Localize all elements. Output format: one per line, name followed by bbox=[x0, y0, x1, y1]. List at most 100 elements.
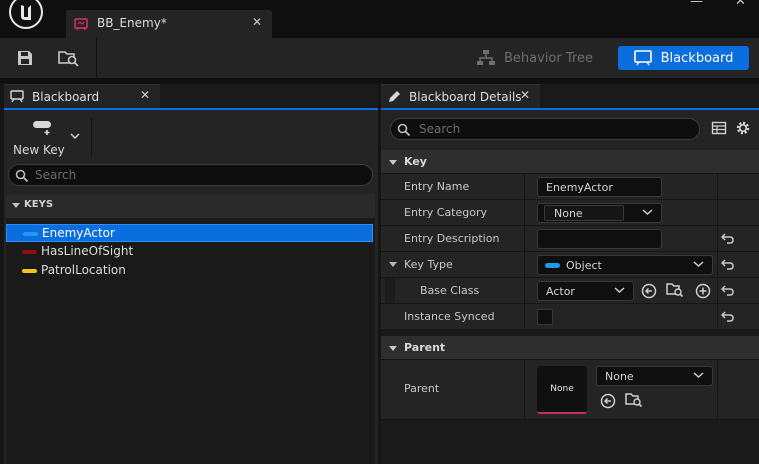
object-type-swatch bbox=[545, 263, 560, 268]
key-row[interactable]: HasLineOfSight bbox=[6, 243, 373, 261]
new-key-button[interactable]: New Key bbox=[12, 118, 88, 160]
keys-search-placeholder: Search bbox=[35, 168, 77, 182]
entry-description-row: Entry Description bbox=[381, 226, 759, 252]
details-search-input[interactable]: Search bbox=[390, 118, 700, 140]
gear-icon[interactable] bbox=[735, 120, 751, 136]
blackboard-panel-close-icon[interactable]: ✕ bbox=[140, 88, 150, 102]
entry-name-field[interactable]: EnemyActor bbox=[537, 177, 662, 197]
blackboard-panel-tab[interactable]: Blackboard ✕ bbox=[4, 84, 160, 108]
key-section-header[interactable]: Key bbox=[381, 150, 759, 174]
blackboard-mode-button[interactable]: Blackboard bbox=[618, 46, 749, 70]
behavior-tree-icon bbox=[477, 50, 495, 65]
key-row[interactable]: PatrolLocation bbox=[6, 262, 373, 280]
key-type-label: Key Type bbox=[404, 258, 453, 271]
add-circle-icon[interactable] bbox=[695, 283, 711, 299]
parent-asset-combo[interactable]: None bbox=[596, 366, 713, 386]
entry-description-field[interactable] bbox=[537, 229, 662, 249]
collapse-arrow-icon bbox=[389, 160, 397, 165]
new-key-label: New Key bbox=[13, 143, 65, 157]
blackboard-details-close-icon[interactable]: ✕ bbox=[520, 88, 530, 102]
key-type-swatch bbox=[22, 269, 37, 273]
blackboard-asset-icon bbox=[74, 18, 88, 31]
reset-to-default-icon[interactable] bbox=[721, 232, 735, 244]
window-close-icon[interactable]: ✕ bbox=[735, 0, 746, 9]
new-key-divider bbox=[91, 118, 92, 156]
parent-thumbnail-label: None bbox=[550, 384, 574, 394]
save-icon bbox=[18, 51, 32, 65]
base-class-label: Base Class bbox=[420, 284, 480, 297]
browse-folder-icon[interactable] bbox=[666, 282, 684, 298]
parent-section-header[interactable]: Parent bbox=[381, 336, 759, 360]
entry-name-row: Entry Name EnemyActor bbox=[381, 174, 759, 200]
reset-to-default-icon[interactable] bbox=[721, 310, 735, 322]
chevron-down-icon bbox=[693, 261, 704, 268]
document-tab-close-icon[interactable]: ✕ bbox=[252, 15, 262, 29]
base-class-row: Base Class Actor bbox=[381, 278, 759, 304]
base-class-combo[interactable]: Actor bbox=[537, 281, 634, 301]
toolbar-divider bbox=[96, 38, 97, 78]
parent-section-label: Parent bbox=[404, 341, 446, 354]
key-type-swatch bbox=[23, 232, 38, 236]
chevron-down-icon[interactable] bbox=[70, 132, 80, 140]
chevron-down-icon bbox=[614, 287, 625, 294]
expand-arrow-icon[interactable] bbox=[389, 262, 397, 267]
key-type-row: Key Type Object bbox=[381, 252, 759, 278]
behavior-tree-mode-button[interactable]: Behavior Tree bbox=[476, 46, 593, 70]
entry-category-row: Entry Category None bbox=[381, 200, 759, 226]
reset-to-default-icon[interactable] bbox=[721, 258, 735, 270]
keys-list: KEYS EnemyActor HasLineOfSight PatrolLocat… bbox=[6, 194, 375, 464]
blackboard-details-tab[interactable]: Blackboard Details ✕ bbox=[381, 84, 540, 108]
blackboard-panel-title: Blackboard bbox=[32, 89, 100, 104]
behavior-tree-label: Behavior Tree bbox=[504, 50, 593, 66]
key-row[interactable]: EnemyActor bbox=[6, 224, 373, 242]
unreal-logo-icon[interactable] bbox=[4, 0, 48, 32]
instance-synced-label: Instance Synced bbox=[404, 310, 495, 323]
details-body: Search Key Entry Name EnemyActor Entry C… bbox=[381, 108, 759, 464]
details-search-placeholder: Search bbox=[419, 122, 461, 136]
document-tab-title: BB_Enemy* bbox=[97, 16, 167, 30]
key-type-value: Object bbox=[566, 259, 602, 272]
entry-description-label: Entry Description bbox=[404, 232, 500, 245]
collapse-arrow-icon bbox=[389, 346, 397, 351]
blackboard-mode-label: Blackboard bbox=[660, 50, 734, 66]
chevron-down-icon bbox=[693, 372, 704, 379]
keys-category-header[interactable]: KEYS bbox=[6, 194, 375, 218]
reset-to-default-icon[interactable] bbox=[721, 284, 735, 296]
parent-asset-thumbnail[interactable]: None bbox=[537, 366, 587, 414]
keys-search-input[interactable]: Search bbox=[8, 164, 373, 186]
browse-folder-icon[interactable] bbox=[625, 392, 643, 408]
entry-category-label: Entry Category bbox=[404, 206, 488, 219]
entry-name-value: EnemyActor bbox=[546, 181, 613, 194]
collapse-arrow-icon bbox=[12, 203, 20, 208]
key-label: EnemyActor bbox=[42, 226, 115, 240]
blackboard-tab-icon bbox=[10, 90, 24, 103]
blackboard-icon bbox=[633, 50, 652, 66]
parent-label: Parent bbox=[404, 382, 440, 395]
base-class-value: Actor bbox=[546, 285, 575, 298]
parent-row: Parent None None bbox=[381, 360, 759, 420]
minimize-icon[interactable]: — bbox=[690, 0, 703, 9]
pencil-icon bbox=[389, 90, 400, 102]
instance-synced-checkbox[interactable] bbox=[537, 309, 553, 325]
search-icon bbox=[397, 123, 411, 137]
use-selected-arrow-icon[interactable] bbox=[600, 393, 616, 409]
search-icon bbox=[15, 169, 29, 183]
entry-name-label: Entry Name bbox=[404, 180, 470, 193]
key-label: HasLineOfSight bbox=[41, 244, 134, 258]
entry-category-value: None bbox=[554, 207, 583, 220]
browse-to-asset-button[interactable] bbox=[56, 46, 82, 70]
keys-header-label: KEYS bbox=[24, 199, 54, 210]
key-label: PatrolLocation bbox=[41, 263, 126, 277]
key-type-combo[interactable]: Object bbox=[537, 255, 713, 275]
chevron-down-icon bbox=[642, 209, 653, 216]
save-button[interactable] bbox=[12, 46, 38, 70]
table-view-icon[interactable] bbox=[711, 120, 727, 136]
document-tab-bb-enemy[interactable]: BB_Enemy* ✕ bbox=[66, 10, 272, 38]
use-selected-arrow-icon[interactable] bbox=[641, 283, 657, 299]
title-bar: BB_Enemy* ✕ — ✕ bbox=[0, 0, 759, 38]
instance-synced-row: Instance Synced bbox=[381, 304, 759, 330]
blackboard-panel-body: New Key Search KEYS EnemyActor HasLineOfS… bbox=[4, 108, 378, 464]
blackboard-details-title: Blackboard Details bbox=[409, 89, 522, 104]
folder-search-icon bbox=[58, 51, 79, 67]
entry-category-combo[interactable]: None bbox=[537, 203, 662, 223]
